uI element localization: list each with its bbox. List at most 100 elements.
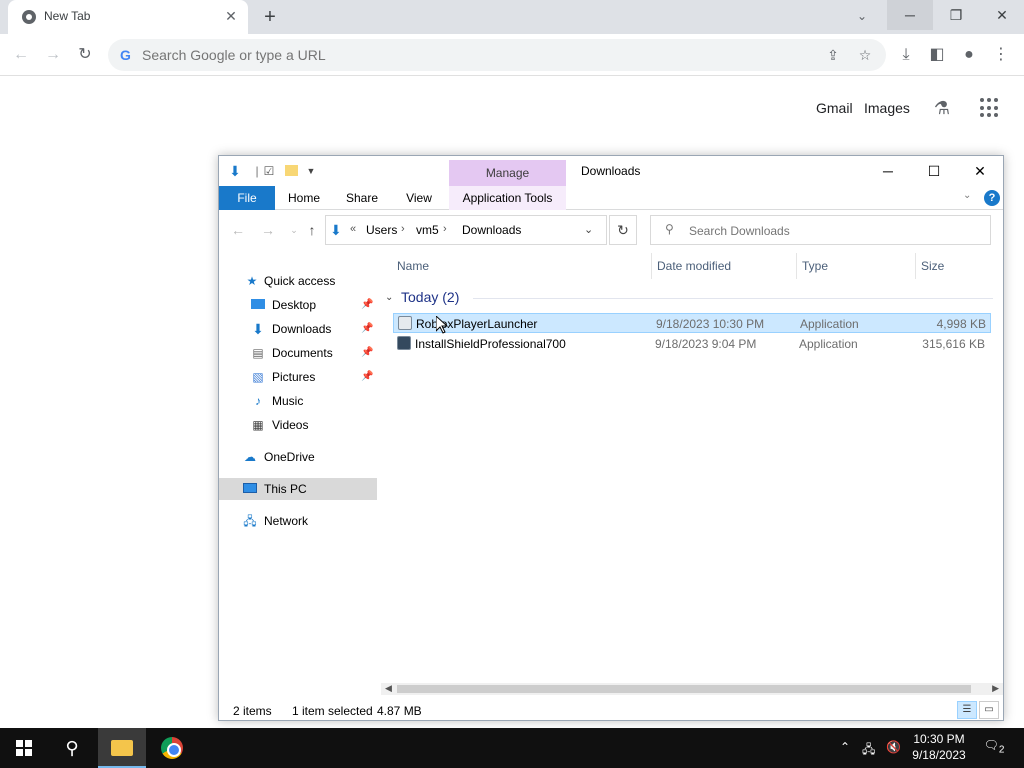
notification-center-icon[interactable]: 🗨2 xyxy=(983,738,1005,758)
images-link[interactable]: Images xyxy=(864,100,910,116)
column-header-size[interactable]: Size xyxy=(921,259,944,273)
explorer-close-button[interactable]: ✕ xyxy=(957,156,1003,186)
omnibox-input[interactable] xyxy=(142,45,742,65)
reload-icon[interactable]: ↻ xyxy=(74,44,96,66)
close-button[interactable]: ✕ xyxy=(979,0,1024,30)
labs-flask-icon[interactable]: ⚗ xyxy=(931,98,953,120)
customize-quick-access-icon[interactable]: ▼ xyxy=(303,163,319,179)
up-folder-icon[interactable]: ↑ xyxy=(303,221,321,239)
restore-button[interactable]: ❐ xyxy=(933,0,979,30)
file-explorer-window: ⬇ | ☑ ▼ Manage Downloads ─ ☐ ✕ File Home… xyxy=(218,155,1004,721)
tab-view[interactable]: View xyxy=(397,186,441,210)
breadcrumb-users[interactable]: Users xyxy=(366,223,397,237)
file-explorer-taskbar-icon[interactable] xyxy=(98,728,146,768)
nav-label: This PC xyxy=(264,482,307,496)
network-tray-icon[interactable]: 🖧 xyxy=(862,740,875,761)
details-view-icon[interactable]: ☰ xyxy=(957,701,977,719)
nav-item-onedrive[interactable]: ☁ OneDrive xyxy=(219,446,377,468)
column-header-date[interactable]: Date modified xyxy=(657,259,731,273)
scroll-right-icon[interactable]: ▶ xyxy=(992,683,999,694)
tab-home[interactable]: Home xyxy=(281,186,327,210)
nav-item-videos[interactable]: ▦ Videos xyxy=(219,414,377,436)
explorer-minimize-button[interactable]: ─ xyxy=(865,156,911,186)
google-apps-icon[interactable] xyxy=(980,98,1000,118)
status-bar: 2 items 1 item selected 4.87 MB ☰ ▭ xyxy=(219,699,1003,721)
breadcrumb-overflow[interactable]: « xyxy=(350,223,356,235)
nav-item-quick-access[interactable]: ★ Quick access xyxy=(219,270,377,292)
explorer-maximize-button[interactable]: ☐ xyxy=(911,156,957,186)
menu-kebab-icon[interactable]: ⋮ xyxy=(990,44,1012,66)
start-windows-icon[interactable] xyxy=(0,728,48,768)
selection-size: 4.87 MB xyxy=(377,704,422,718)
nav-item-this-pc[interactable]: This PC xyxy=(219,478,377,500)
installer-file-icon xyxy=(397,336,411,350)
new-folder-icon[interactable] xyxy=(283,163,299,179)
chrome-taskbar-icon[interactable] xyxy=(148,728,196,768)
tab-share[interactable]: Share xyxy=(337,186,387,210)
picture-icon: ▧ xyxy=(252,370,264,384)
show-hidden-icons-icon[interactable]: ⌃ xyxy=(840,740,850,754)
nav-item-documents[interactable]: ▤ Documents 📌 xyxy=(219,342,377,364)
nav-item-network[interactable]: 🖧 Network xyxy=(219,510,377,532)
nav-item-downloads[interactable]: ⬇ Downloads 📌 xyxy=(219,318,377,340)
quick-access-download-icon[interactable]: ⬇ xyxy=(227,163,243,179)
scroll-left-icon[interactable]: ◀ xyxy=(385,683,392,694)
collapse-group-icon[interactable]: ⌄ xyxy=(385,292,393,303)
back-arrow-icon[interactable]: ← xyxy=(10,44,32,66)
nav-label: Downloads xyxy=(272,322,332,336)
scrollbar-thumb[interactable] xyxy=(397,685,971,693)
column-header-type[interactable]: Type xyxy=(802,259,828,273)
tab-file[interactable]: File xyxy=(219,186,275,210)
nav-item-pictures[interactable]: ▧ Pictures 📌 xyxy=(219,366,377,388)
search-icon[interactable]: ⚲ xyxy=(48,728,96,768)
bookmark-star-icon[interactable]: ☆ xyxy=(856,46,874,64)
explorer-back-icon[interactable]: ← xyxy=(229,221,247,239)
address-dropdown-icon[interactable]: ⌄ xyxy=(584,223,593,236)
volume-muted-icon[interactable]: 🔇 xyxy=(886,740,901,754)
horizontal-scrollbar[interactable]: ◀ ▶ xyxy=(381,683,1003,695)
address-bar[interactable]: ⬇ « Users › vm5 › Downloads ⌄ xyxy=(325,215,607,245)
tab-application-tools[interactable]: Application Tools xyxy=(449,186,566,210)
share-icon[interactable]: ⇪ xyxy=(824,46,842,64)
tab-close-icon[interactable]: ✕ xyxy=(222,7,240,25)
breadcrumb-downloads[interactable]: Downloads xyxy=(462,223,521,237)
clock[interactable]: 10:30 PM 9/18/2023 xyxy=(910,731,968,763)
expand-ribbon-icon[interactable]: ⌄ xyxy=(963,190,971,201)
large-icons-view-icon[interactable]: ▭ xyxy=(979,701,999,719)
side-panel-icon[interactable]: ◧ xyxy=(926,44,948,66)
column-header-name[interactable]: Name xyxy=(397,259,429,273)
recent-locations-icon[interactable]: ⌄ xyxy=(285,221,303,239)
help-icon[interactable]: ? xyxy=(984,190,1000,206)
minimize-button[interactable]: ─ xyxy=(887,0,933,30)
column-separator[interactable] xyxy=(651,253,652,279)
table-row[interactable]: InstallShieldProfessional700 9/18/2023 9… xyxy=(393,334,991,354)
search-icon: ⚲ xyxy=(665,222,674,236)
omnibox[interactable]: G ⇪ ☆ xyxy=(108,39,886,71)
window-title: Downloads xyxy=(581,164,641,178)
group-header[interactable]: Today (2) xyxy=(401,289,459,305)
search-input[interactable] xyxy=(689,222,979,240)
profile-avatar-icon[interactable]: ● xyxy=(958,44,980,66)
forward-arrow-icon[interactable]: → xyxy=(42,44,64,66)
breadcrumb-vm5[interactable]: vm5 xyxy=(416,223,439,237)
breadcrumb-separator: › xyxy=(401,223,405,235)
table-row[interactable]: RobloxPlayerLauncher 9/18/2023 10:30 PM … xyxy=(393,313,991,333)
new-tab-button[interactable]: + xyxy=(258,6,282,28)
gmail-link[interactable]: Gmail xyxy=(816,100,853,116)
item-count: 2 items xyxy=(233,704,272,718)
file-name: InstallShieldProfessional700 xyxy=(415,337,566,351)
explorer-forward-icon[interactable]: → xyxy=(259,221,277,239)
nav-label: Network xyxy=(264,514,309,528)
refresh-icon[interactable]: ↻ xyxy=(609,215,637,245)
nav-item-desktop[interactable]: Desktop 📌 xyxy=(219,294,377,316)
search-box[interactable]: ⚲ xyxy=(650,215,991,245)
nav-item-music[interactable]: ♪ Music xyxy=(219,390,377,412)
column-separator[interactable] xyxy=(915,253,916,279)
download-icon[interactable]: ⤓ xyxy=(895,44,917,66)
tab-search-icon[interactable]: ⌄ xyxy=(852,6,872,26)
clock-date: 9/18/2023 xyxy=(912,748,966,762)
manage-tab[interactable]: Manage xyxy=(449,160,566,186)
properties-icon[interactable]: ☑ xyxy=(261,163,277,179)
tab-new-tab[interactable]: New Tab ✕ xyxy=(8,0,248,34)
column-separator[interactable] xyxy=(796,253,797,279)
